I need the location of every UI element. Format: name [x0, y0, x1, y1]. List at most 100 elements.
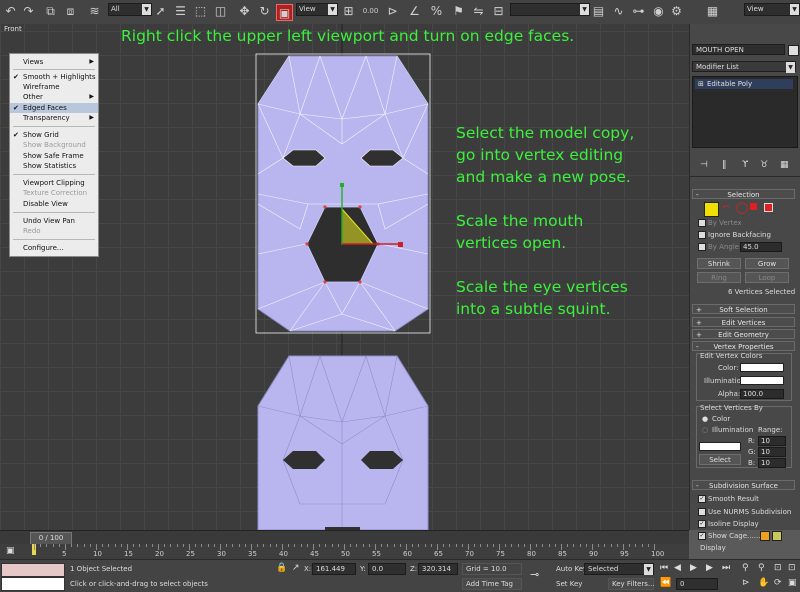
by-angle-checkbox[interactable]: [698, 243, 706, 251]
vertex-mode-icon[interactable]: [704, 202, 719, 217]
radio-selected-icon[interactable]: ●: [702, 415, 708, 423]
key-mode-dropdown[interactable]: Selected ▼: [584, 563, 654, 575]
menu-item-configure[interactable]: Configure...: [10, 243, 98, 253]
spinner-snap-icon[interactable]: 0.00: [362, 3, 379, 20]
render-icon[interactable]: ▦: [704, 3, 721, 20]
select-color-swatch[interactable]: [699, 442, 741, 451]
range-g-spinner[interactable]: 10: [758, 447, 786, 457]
range-r-spinner[interactable]: 10: [758, 436, 786, 446]
maximize-viewport-icon[interactable]: ▣: [788, 578, 797, 588]
scale-icon[interactable]: ▣: [276, 4, 293, 21]
lock-icon[interactable]: 🔒: [276, 563, 287, 573]
rollout-soft-selection[interactable]: + Soft Selection: [692, 304, 795, 314]
rect-select-icon[interactable]: ⬚: [192, 3, 209, 20]
key-mode-toggle-icon[interactable]: ⏪: [660, 578, 671, 588]
range-b-spinner[interactable]: 10: [758, 458, 786, 468]
modifier-list-dropdown[interactable]: Modifier List ▼: [692, 61, 796, 73]
bind-space-warp-icon[interactable]: ≋: [86, 3, 103, 20]
redo-icon[interactable]: ↷: [20, 3, 37, 20]
zoom-icon[interactable]: ⚲: [742, 563, 749, 573]
zoom-all-icon[interactable]: ⚲: [758, 563, 765, 573]
pin-stack-icon[interactable]: ⊣: [700, 160, 708, 170]
rollout-selection[interactable]: - Selection: [692, 189, 795, 199]
stack-item-editable-poly[interactable]: ⊞ Editable Poly: [695, 79, 793, 89]
zoom-extents-icon[interactable]: ⊡: [774, 563, 782, 573]
rollout-vertex-properties[interactable]: - Vertex Properties: [692, 341, 795, 351]
alpha-spinner[interactable]: 100.0: [740, 389, 784, 399]
grow-button[interactable]: Grow: [745, 258, 789, 269]
align-icon[interactable]: ⊟: [490, 3, 507, 20]
layer-icon[interactable]: ▤: [590, 3, 607, 20]
show-cage-checkbox[interactable]: ✓: [698, 532, 706, 540]
remove-modifier-icon[interactable]: ♉: [760, 160, 768, 170]
percent-snap-icon[interactable]: %: [428, 3, 445, 20]
y-coordinate-field[interactable]: 0.0: [368, 563, 406, 575]
go-to-end-icon[interactable]: ⏭: [722, 563, 730, 573]
menu-item-show-safe-frame[interactable]: Show Safe Frame: [10, 151, 98, 161]
curve-editor-icon[interactable]: ∿: [610, 3, 627, 20]
mirror-icon[interactable]: ⇋: [470, 3, 487, 20]
smooth-result-checkbox[interactable]: ✓: [698, 495, 706, 503]
menu-item-other[interactable]: Other ▶: [10, 92, 98, 102]
use-nurms-checkbox[interactable]: [698, 508, 706, 516]
move-icon[interactable]: ✥: [236, 3, 253, 20]
zoom-extents-all-icon[interactable]: ⊡: [788, 563, 796, 573]
element-mode-icon[interactable]: [764, 203, 773, 212]
menu-item-edged-faces[interactable]: ✔ Edged Faces: [10, 103, 98, 113]
rotate-icon[interactable]: ↻: [256, 3, 273, 20]
key-filters-button[interactable]: Key Filters...: [608, 578, 655, 590]
add-time-tag-button[interactable]: Add Time Tag: [462, 578, 522, 590]
select-by-name-icon[interactable]: ☰: [172, 3, 189, 20]
radio-unselected-icon[interactable]: ○: [702, 426, 708, 434]
named-sets-icon[interactable]: ⚑: [450, 3, 467, 20]
menu-item-viewport-clipping[interactable]: Viewport Clipping: [10, 178, 98, 188]
menu-item-transparency[interactable]: Transparency ▶: [10, 113, 98, 123]
show-end-result-icon[interactable]: ‖: [722, 160, 727, 170]
pivot-icon[interactable]: ⊞: [340, 3, 357, 20]
cage-color-swatch[interactable]: [760, 531, 770, 541]
polygon-mode-icon[interactable]: [750, 203, 757, 210]
previous-frame-icon[interactable]: ◀: [674, 563, 681, 573]
menu-item-disable-view[interactable]: Disable View: [10, 199, 98, 209]
menu-item-wireframe[interactable]: Wireframe: [10, 82, 98, 92]
rollout-edit-geometry[interactable]: + Edit Geometry: [692, 329, 795, 339]
link-icon[interactable]: ⧉: [42, 3, 59, 20]
edge-mode-icon[interactable]: ⌐: [722, 202, 730, 213]
set-key-button[interactable]: Set Key: [556, 580, 582, 588]
schematic-icon[interactable]: ⊶: [630, 3, 647, 20]
cage-selection-color-swatch[interactable]: [772, 531, 782, 541]
rollout-edit-vertices[interactable]: + Edit Vertices: [692, 317, 795, 327]
object-color-swatch[interactable]: [788, 45, 799, 56]
orbit-icon[interactable]: ⟳: [774, 578, 782, 588]
by-vertex-checkbox[interactable]: [698, 219, 706, 227]
absolute-mode-icon[interactable]: ↗: [292, 563, 300, 573]
by-angle-spinner[interactable]: 45.0: [740, 242, 782, 252]
track-bar[interactable]: ▣ 5 10 15 20 25 30 35 40 45 50 55 60 65 70 75 80 85 90 95 1…: [0, 544, 689, 559]
menu-item-smooth-highlights[interactable]: ✔ Smooth + Highlights: [10, 72, 98, 82]
illumination-color-swatch[interactable]: [740, 376, 784, 385]
auto-key-button[interactable]: Auto Key: [556, 565, 587, 573]
named-selection-dropdown[interactable]: ▼: [510, 3, 590, 16]
field-of-view-icon[interactable]: ⊳: [742, 578, 750, 588]
render-setup-icon[interactable]: ⚙: [668, 3, 685, 20]
maxscript-listener[interactable]: [1, 563, 65, 577]
object-name-field[interactable]: MOUTH OPEN: [692, 44, 785, 55]
x-coordinate-field[interactable]: 161.449: [312, 563, 356, 575]
time-slider[interactable]: 0 / 100: [0, 530, 689, 545]
vertex-color-swatch[interactable]: [740, 363, 784, 372]
make-unique-icon[interactable]: ϒ: [742, 160, 748, 170]
next-frame-icon[interactable]: ▶: [706, 563, 713, 573]
go-to-start-icon[interactable]: ⏮: [660, 563, 668, 573]
material-editor-icon[interactable]: ◉: [650, 3, 667, 20]
render-view-dropdown[interactable]: View ▼: [744, 3, 800, 16]
current-frame-field[interactable]: 0: [676, 578, 718, 590]
menu-item-show-grid[interactable]: ✔ Show Grid: [10, 130, 98, 140]
menu-item-undo-view-pan[interactable]: Undo View Pan: [10, 216, 98, 226]
snap-icon[interactable]: ⊳: [384, 3, 401, 20]
play-icon[interactable]: ▶: [690, 563, 697, 573]
undo-icon[interactable]: ↶: [2, 3, 19, 20]
pan-icon[interactable]: ✋: [758, 578, 769, 588]
key-icon[interactable]: ⊸: [530, 568, 539, 581]
menu-item-views[interactable]: Views ▶: [10, 57, 98, 67]
select-button[interactable]: Select: [699, 454, 741, 465]
